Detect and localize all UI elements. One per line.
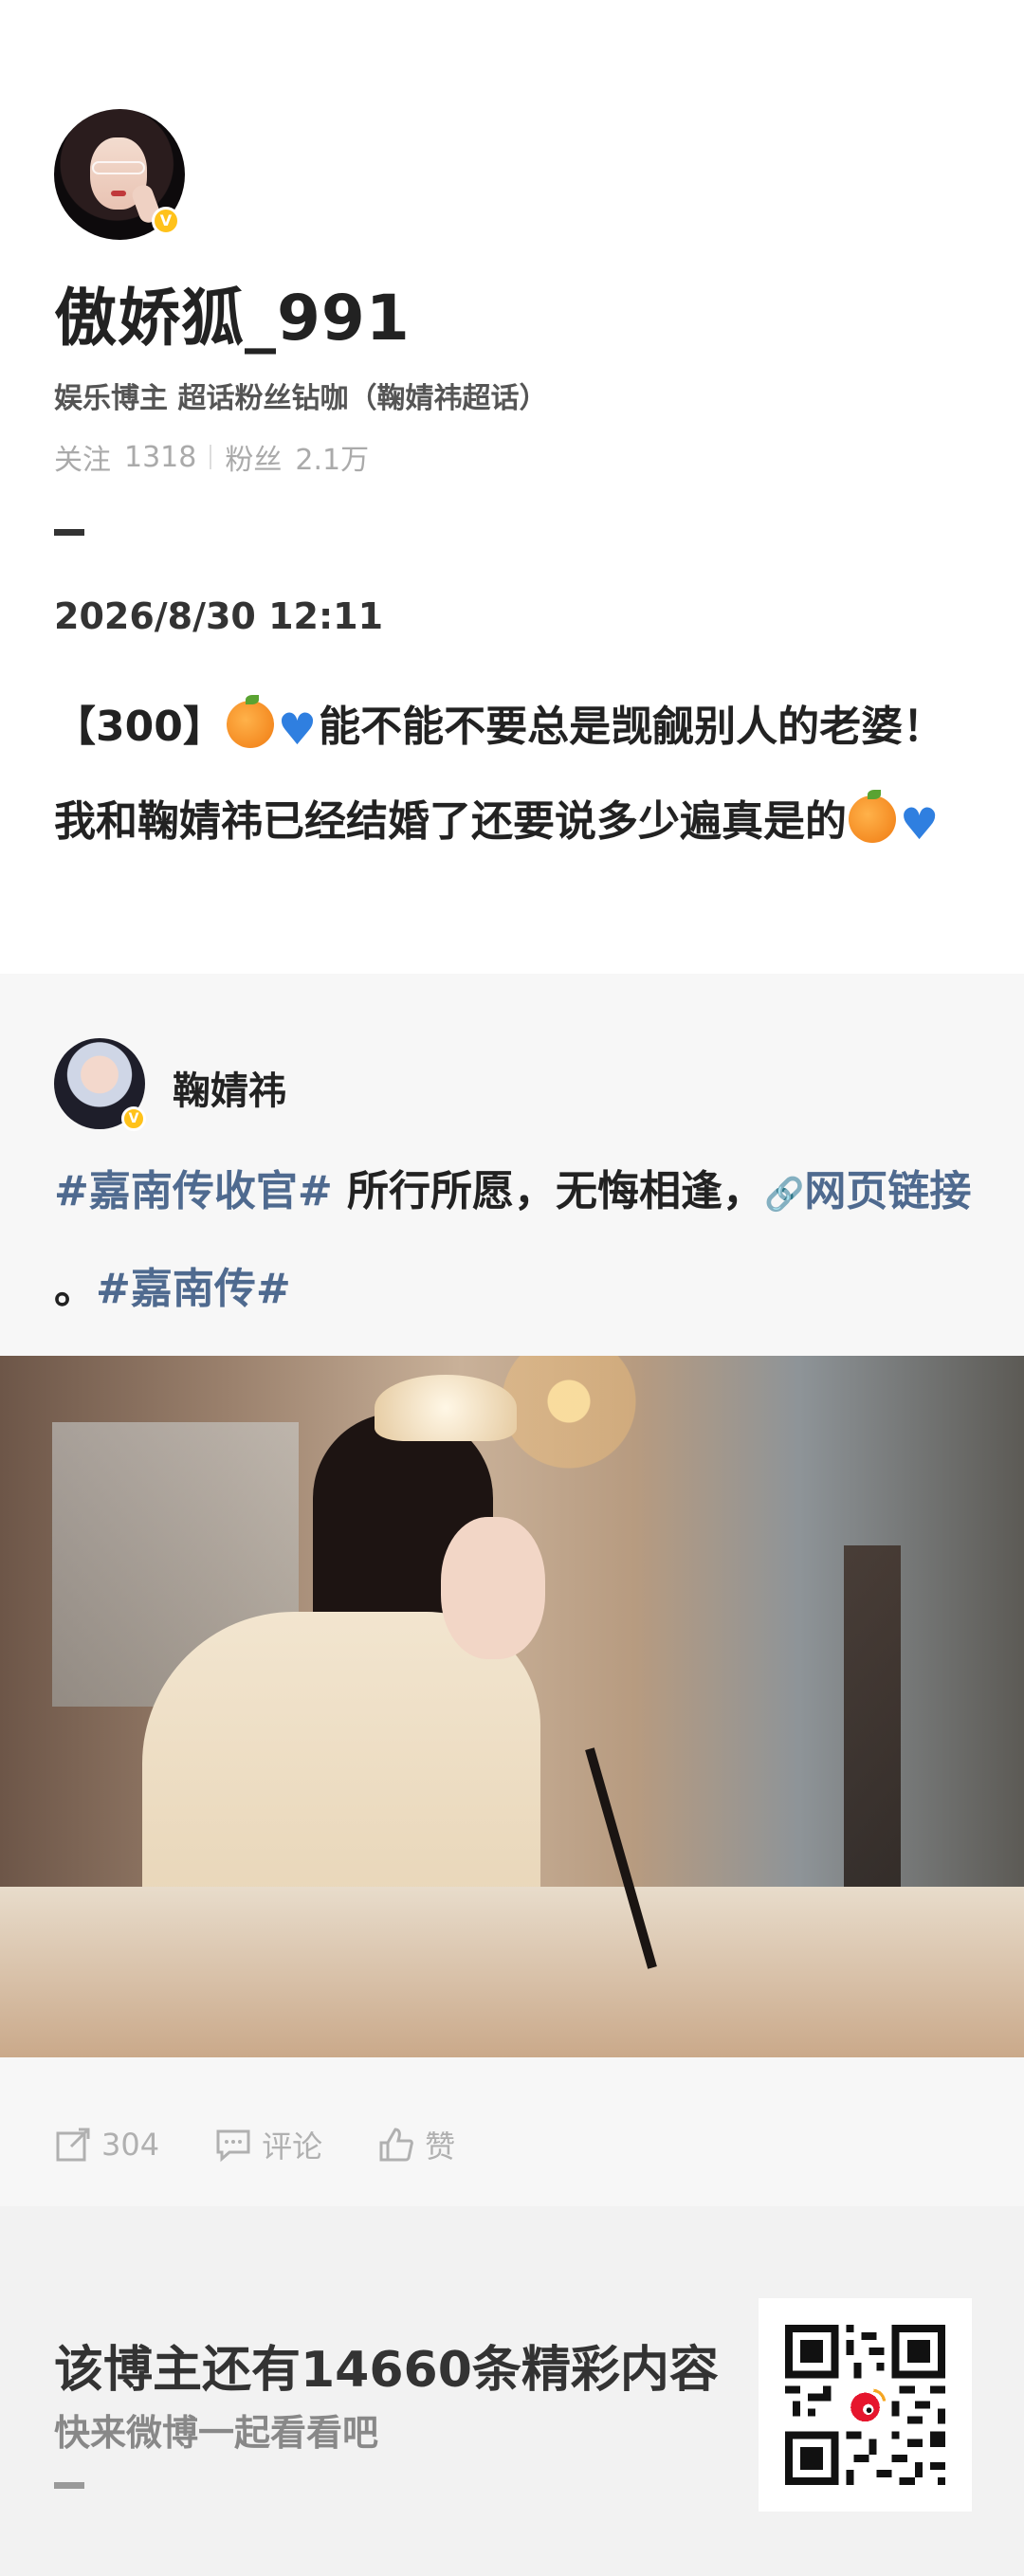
post-timestamp: 2026/8/30 12:11 bbox=[54, 595, 384, 637]
user-subtitle: 娱乐博主 超话粉丝钻咖（鞠婧祎超话） bbox=[54, 382, 548, 415]
following-count[interactable]: 1318 bbox=[124, 441, 196, 474]
repost-text: #嘉南传收官# 所行所愿，无悔相逢，🔗网页链接 。#嘉南传# bbox=[54, 1144, 983, 1337]
web-link-label[interactable]: 网页链接 bbox=[804, 1167, 971, 1215]
blue-heart-emoji-icon: ♥ bbox=[277, 703, 318, 755]
post-text-prefix: 【300】 bbox=[54, 703, 225, 751]
divider-dash bbox=[54, 529, 84, 536]
divider-dash bbox=[54, 2482, 84, 2489]
repost-text-mid: 所行所愿，无悔相逢， bbox=[332, 1167, 765, 1215]
link-icon: 🔗 bbox=[764, 1176, 805, 1214]
photo-brush-stand bbox=[844, 1545, 901, 1944]
comment-label: 评论 bbox=[262, 2128, 323, 2165]
stats-divider bbox=[210, 445, 212, 469]
repost-card[interactable]: V 鞠婧祎 #嘉南传收官# 所行所愿，无悔相逢，🔗网页链接 。#嘉南传# 304… bbox=[0, 974, 1024, 2206]
qr-code-icon bbox=[785, 2325, 945, 2485]
promo-title: 该博主还有14660条精彩内容 bbox=[54, 2342, 719, 2399]
orange-emoji-icon bbox=[226, 695, 274, 748]
web-link[interactable]: 🔗网页链接 bbox=[764, 1167, 971, 1215]
username[interactable]: 傲娇狐_991 bbox=[54, 267, 411, 358]
repost-author-name[interactable]: 鞠婧祎 bbox=[173, 1060, 286, 1115]
followers-label[interactable]: 粉丝 bbox=[225, 436, 282, 478]
followers-count[interactable]: 2.1万 bbox=[295, 436, 369, 478]
promo-banner[interactable]: 该博主还有14660条精彩内容 快来微博一起看看吧 bbox=[0, 2206, 1024, 2576]
comment-icon bbox=[216, 2129, 250, 2163]
action-bar: 304 评论 赞 bbox=[54, 2123, 455, 2166]
repost-text-end: 。 bbox=[54, 1265, 96, 1313]
qr-code[interactable] bbox=[759, 2298, 972, 2512]
promo-subtitle: 快来微博一起看看吧 bbox=[54, 2412, 379, 2454]
avatar-glasses bbox=[92, 161, 145, 174]
post-image[interactable] bbox=[0, 1356, 1024, 2057]
avatar-lips bbox=[111, 191, 126, 196]
blue-heart-emoji-icon: ♥ bbox=[900, 798, 940, 850]
post-section: V 傲娇狐_991 娱乐博主 超话粉丝钻咖（鞠婧祎超话） 关注 1318 粉丝 … bbox=[0, 0, 1024, 974]
post-text: 【300】 ♥能不能不要总是觊觎别人的老婆！我和鞠婧祎已经结婚了还要说多少遍真是的… bbox=[54, 681, 983, 870]
like-button[interactable]: 赞 bbox=[377, 2123, 455, 2166]
user-stats: 关注 1318 粉丝 2.1万 bbox=[54, 436, 369, 478]
hashtag-link[interactable]: #嘉南传收官# bbox=[54, 1167, 333, 1215]
repost-icon bbox=[56, 2128, 90, 2162]
orange-emoji-icon bbox=[849, 790, 896, 843]
hashtag-link[interactable]: #嘉南传# bbox=[96, 1265, 291, 1313]
photo-headdress bbox=[375, 1375, 517, 1441]
like-label: 赞 bbox=[425, 2128, 456, 2165]
repost-count: 304 bbox=[101, 2127, 160, 2163]
comment-button[interactable]: 评论 bbox=[214, 2123, 322, 2166]
following-label[interactable]: 关注 bbox=[54, 436, 111, 478]
verified-badge-icon: V bbox=[152, 207, 180, 235]
thumbs-up-icon bbox=[379, 2128, 413, 2162]
photo-face bbox=[441, 1517, 545, 1659]
repost-button[interactable]: 304 bbox=[54, 2123, 159, 2166]
photo-desk bbox=[0, 1887, 1024, 2057]
verified-badge-icon: V bbox=[121, 1106, 146, 1131]
